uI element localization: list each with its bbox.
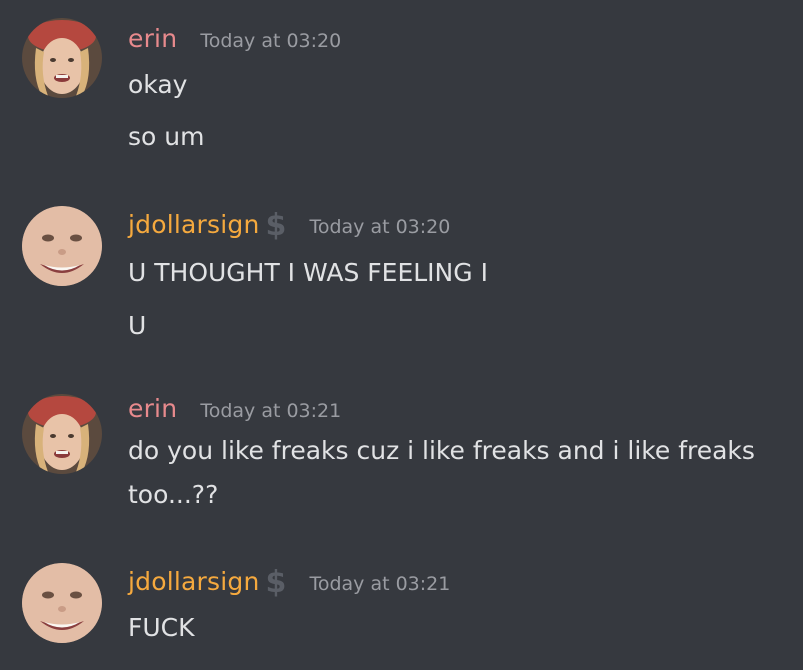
message-header: jdollarsign $ Today at 03:21 <box>128 567 450 601</box>
timestamp[interactable]: Today at 03:20 <box>200 30 341 52</box>
username[interactable]: jdollarsign <box>128 210 260 239</box>
message-text: do you like freaks cuz i like freaks and… <box>128 436 755 465</box>
timestamp[interactable]: Today at 03:20 <box>309 216 450 238</box>
message-text: so um <box>128 122 205 151</box>
username[interactable]: jdollarsign <box>128 567 260 596</box>
timestamp[interactable]: Today at 03:21 <box>309 573 450 595</box>
dollar-sign-icon: $ <box>265 565 287 600</box>
avatar-erin[interactable] <box>22 394 102 474</box>
dollar-sign-icon: $ <box>265 208 287 243</box>
message-header: erin Today at 03:20 <box>128 24 341 58</box>
message-text: FUCK <box>128 613 195 642</box>
avatar-jdollarsign[interactable] <box>22 206 102 286</box>
message-text: too...?? <box>128 480 219 509</box>
message-header: erin Today at 03:21 <box>128 394 341 428</box>
message-text: U THOUGHT I WAS FEELING I <box>128 258 488 287</box>
message-text: okay <box>128 70 188 99</box>
message-text: U <box>128 311 147 340</box>
avatar-erin[interactable] <box>22 18 102 98</box>
message-header: jdollarsign $ Today at 03:20 <box>128 210 450 244</box>
username[interactable]: erin <box>128 24 177 53</box>
timestamp[interactable]: Today at 03:21 <box>200 400 341 422</box>
avatar-jdollarsign[interactable] <box>22 563 102 643</box>
chat-messages: erin Today at 03:20 okay so um jdollarsi… <box>0 0 803 670</box>
username[interactable]: erin <box>128 394 177 423</box>
